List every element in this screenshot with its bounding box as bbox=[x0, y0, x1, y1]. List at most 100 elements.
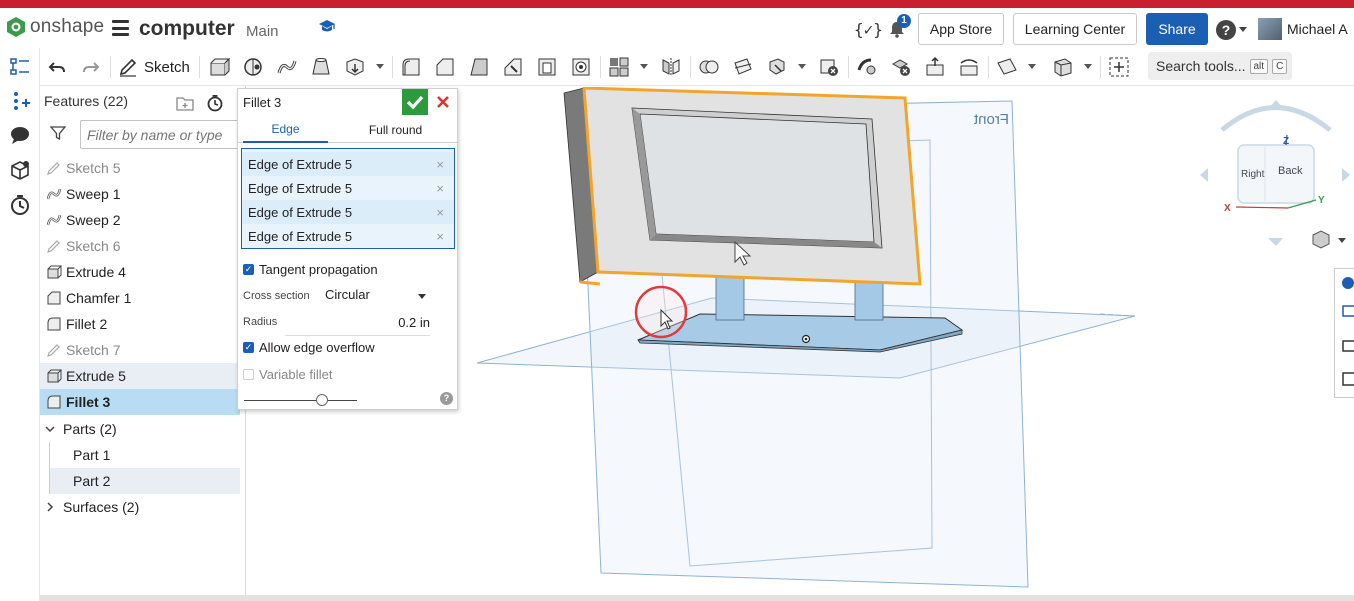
surfaces-group[interactable]: Surfaces (2) bbox=[40, 494, 240, 520]
transform-dropdown-caret-icon[interactable] bbox=[798, 64, 806, 69]
feature-list-icon[interactable] bbox=[9, 56, 31, 78]
search-tools-button[interactable]: Search tools... alt C bbox=[1148, 52, 1292, 80]
plane-dropdown-caret-icon[interactable] bbox=[1028, 64, 1036, 69]
variables-icon[interactable]: {✓} bbox=[854, 20, 883, 39]
shell-tool-icon[interactable] bbox=[536, 56, 558, 78]
variable-fillet-option[interactable]: Variable fillet bbox=[243, 365, 332, 383]
feature-item-sweep-1[interactable]: Sweep 1 bbox=[40, 181, 240, 207]
sweep-tool-icon[interactable] bbox=[276, 56, 298, 78]
add-custom-feature-icon[interactable] bbox=[1108, 56, 1130, 78]
edge-selection-list[interactable]: Edge of Extrude 5 × Edge of Extrude 5 × … bbox=[241, 148, 455, 249]
delete-part-tool-icon[interactable] bbox=[818, 56, 840, 78]
thicken-tool-icon[interactable] bbox=[344, 56, 366, 78]
cross-section-select[interactable]: Circular bbox=[325, 287, 429, 305]
sketch-button[interactable]: Sketch bbox=[118, 54, 190, 80]
remove-edge-icon[interactable]: × bbox=[436, 181, 444, 196]
tab-full-round[interactable]: Full round bbox=[353, 117, 438, 143]
tab-edge[interactable]: Edge bbox=[243, 117, 328, 143]
preview-slider-track[interactable] bbox=[244, 400, 357, 401]
cross-section-dropdown-icon[interactable] bbox=[418, 294, 426, 299]
part-item[interactable]: Part 1 bbox=[49, 442, 240, 468]
extrude-tool-icon[interactable] bbox=[208, 56, 231, 78]
undo-icon[interactable] bbox=[46, 56, 68, 78]
selected-edge[interactable]: Edge of Extrude 5 × bbox=[242, 176, 454, 200]
accept-button[interactable] bbox=[402, 89, 428, 115]
selected-edge[interactable]: Edge of Extrude 5 × bbox=[242, 200, 454, 224]
user-avatar[interactable] bbox=[1258, 18, 1282, 40]
help-icon[interactable]: ? bbox=[1216, 20, 1236, 40]
feature-filter-input[interactable] bbox=[80, 120, 240, 149]
tangent-propagation-option[interactable]: ✓ Tangent propagation bbox=[243, 260, 378, 278]
view-cube[interactable]: Right Back Z X Y bbox=[1200, 100, 1350, 246]
view-mode-cube-icon[interactable] bbox=[1312, 230, 1346, 249]
feature-item-sweep-2[interactable]: Sweep 2 bbox=[40, 207, 240, 233]
remove-edge-icon[interactable]: × bbox=[436, 205, 444, 220]
plane-tool-icon[interactable] bbox=[996, 56, 1018, 78]
comments-icon[interactable] bbox=[9, 124, 31, 146]
feature-item-fillet-3[interactable]: Fillet 3 bbox=[40, 389, 240, 415]
feature-item-extrude-4[interactable]: Extrude 4 bbox=[40, 259, 240, 285]
onshape-logo[interactable]: onshape bbox=[6, 16, 104, 38]
modify-fillet-tool-icon[interactable] bbox=[856, 56, 878, 78]
pattern-dropdown-caret-icon[interactable] bbox=[640, 64, 648, 69]
feature-item-chamfer-1[interactable]: Chamfer 1 bbox=[40, 285, 240, 311]
add-folder-icon[interactable] bbox=[176, 94, 194, 112]
bottom-tab-strip bbox=[40, 595, 1354, 601]
sheet-metal-tool-icon[interactable] bbox=[1052, 56, 1074, 78]
split-tool-icon[interactable] bbox=[732, 56, 754, 78]
parts-group[interactable]: Parts (2) bbox=[40, 416, 240, 442]
loft-tool-icon[interactable] bbox=[310, 56, 332, 78]
filter-icon[interactable] bbox=[50, 125, 66, 141]
selected-edge[interactable]: Edge of Extrude 5 × bbox=[242, 152, 454, 176]
app-store-button[interactable]: App Store bbox=[918, 13, 1004, 45]
help-question-icon[interactable]: ? bbox=[440, 392, 453, 405]
learning-center-button[interactable]: Learning Center bbox=[1013, 13, 1137, 45]
variable-fillet-checkbox[interactable] bbox=[243, 368, 254, 380]
thicken-dropdown-caret-icon[interactable] bbox=[376, 64, 384, 69]
branch-name[interactable]: Main bbox=[246, 23, 279, 40]
preview-slider-thumb[interactable] bbox=[315, 394, 328, 406]
sheet-metal-dropdown-caret-icon[interactable] bbox=[1084, 64, 1092, 69]
document-name[interactable]: computer bbox=[139, 17, 235, 41]
draft-tool-icon[interactable] bbox=[468, 56, 490, 78]
allow-edge-overflow-checkbox[interactable]: ✓ bbox=[243, 341, 254, 353]
move-face-tool-icon[interactable] bbox=[924, 56, 946, 78]
feature-item-sketch-6[interactable]: Sketch 6 bbox=[40, 233, 240, 259]
feature-item-extrude-5[interactable]: Extrude 5 bbox=[40, 363, 240, 389]
remove-edge-icon[interactable]: × bbox=[436, 157, 444, 172]
main-menu-icon[interactable] bbox=[112, 20, 129, 36]
transform-tool-icon[interactable] bbox=[766, 56, 788, 78]
right-panel-tabs[interactable] bbox=[1334, 268, 1354, 398]
linear-pattern-tool-icon[interactable] bbox=[608, 56, 630, 78]
user-name[interactable]: Michael A bbox=[1287, 21, 1348, 37]
history-timer-icon[interactable] bbox=[9, 194, 31, 216]
radius-input[interactable]: 0.2 in bbox=[378, 315, 430, 330]
delete-face-tool-icon[interactable] bbox=[890, 56, 912, 78]
viewcube-back-face[interactable]: Back bbox=[1278, 165, 1303, 177]
viewcube-right-face[interactable]: Right bbox=[1241, 169, 1265, 180]
hole-tool-icon[interactable] bbox=[570, 56, 592, 78]
allow-edge-overflow-option[interactable]: ✓ Allow edge overflow bbox=[243, 338, 375, 356]
mirror-tool-icon[interactable] bbox=[660, 56, 682, 78]
learning-cap-icon[interactable] bbox=[318, 19, 336, 35]
selected-edge[interactable]: Edge of Extrude 5 × bbox=[242, 224, 454, 248]
remove-edge-icon[interactable]: × bbox=[436, 229, 444, 244]
parts-configuration-icon[interactable] bbox=[9, 160, 31, 182]
cancel-button[interactable] bbox=[434, 93, 452, 111]
share-button[interactable]: Share bbox=[1146, 13, 1208, 45]
tangent-propagation-checkbox[interactable]: ✓ bbox=[243, 263, 254, 275]
insert-features-icon[interactable] bbox=[9, 90, 31, 112]
help-dropdown-caret-icon[interactable] bbox=[1239, 27, 1247, 32]
revolve-tool-icon[interactable] bbox=[242, 56, 264, 78]
part-item[interactable]: Part 2 bbox=[49, 468, 240, 494]
redo-icon[interactable] bbox=[80, 56, 102, 78]
feature-item-sketch-7[interactable]: Sketch 7 bbox=[40, 337, 240, 363]
feature-item-fillet-2[interactable]: Fillet 2 bbox=[40, 311, 240, 337]
boolean-tool-icon[interactable] bbox=[698, 56, 720, 78]
chamfer-tool-icon[interactable] bbox=[434, 56, 456, 78]
replace-face-tool-icon[interactable] bbox=[958, 56, 980, 78]
rollback-timer-icon[interactable] bbox=[206, 94, 224, 112]
feature-item-sketch-5[interactable]: Sketch 5 bbox=[40, 155, 240, 181]
fillet-tool-icon[interactable] bbox=[400, 56, 422, 78]
rib-tool-icon[interactable] bbox=[502, 56, 524, 78]
